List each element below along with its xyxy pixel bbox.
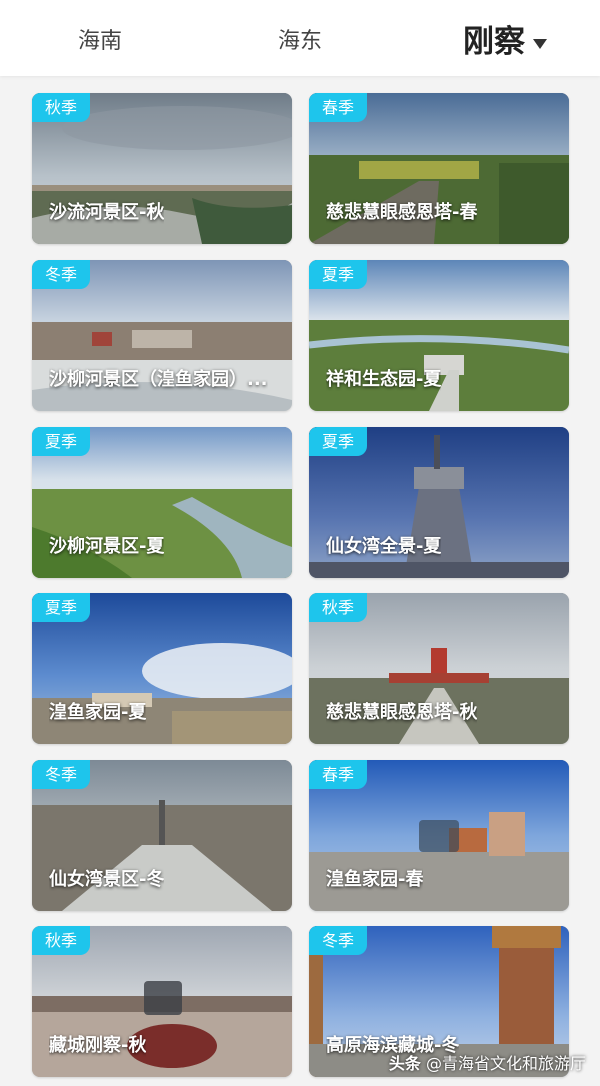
season-badge: 春季 [309,93,367,122]
panorama-card[interactable]: 秋季 藏城刚察-秋 [32,926,292,1077]
card-title: 藏城刚察-秋 [49,1035,147,1056]
watermark-author: @青海省文化和旅游厅 [425,1054,586,1073]
panorama-card[interactable]: 夏季 祥和生态园-夏 [309,260,569,411]
season-badge: 秋季 [32,93,90,122]
tab-haidong[interactable]: 海东 [240,0,360,76]
season-badge: 春季 [309,760,367,789]
card-title: 湟鱼家园-春 [326,869,424,890]
card-title: 仙女湾全景-夏 [326,536,442,557]
season-badge: 冬季 [309,926,367,955]
season-badge: 冬季 [32,260,90,289]
panorama-card[interactable]: 冬季 沙柳河景区（湟鱼家园）... [32,260,292,411]
watermark: 头条 @青海省文化和旅游厅 [389,1050,586,1074]
card-title: 沙柳河景区-夏 [49,536,165,557]
card-title: 慈悲慧眼感恩塔-春 [326,202,478,223]
panorama-card[interactable]: 春季 湟鱼家园-春 [309,760,569,911]
season-badge: 夏季 [309,427,367,456]
panorama-card[interactable]: 冬季 仙女湾景区-冬 [32,760,292,911]
region-tab-bar: 海南 海东 刚察 [0,0,600,76]
panorama-card[interactable]: 夏季 湟鱼家园-夏 [32,593,292,744]
card-title: 祥和生态园-夏 [326,369,442,390]
panorama-card[interactable]: 秋季 慈悲慧眼感恩塔-秋 [309,593,569,744]
card-title: 慈悲慧眼感恩塔-秋 [326,702,478,723]
season-badge: 夏季 [32,427,90,456]
card-title: 沙流河景区-秋 [49,202,165,223]
season-badge: 冬季 [32,760,90,789]
panorama-card[interactable]: 秋季 沙流河景区-秋 [32,93,292,244]
chevron-down-icon[interactable] [533,38,547,49]
card-title: 沙柳河景区（湟鱼家园）... [49,369,268,390]
panorama-card[interactable]: 春季 慈悲慧眼感恩塔-春 [309,93,569,244]
card-title: 仙女湾景区-冬 [49,869,165,890]
card-title: 湟鱼家园-夏 [49,702,147,723]
season-badge: 秋季 [309,593,367,622]
season-badge: 秋季 [32,926,90,955]
tab-gangcha[interactable]: 刚察 [440,0,570,76]
tab-hainan[interactable]: 海南 [40,0,160,76]
season-badge: 夏季 [309,260,367,289]
season-badge: 夏季 [32,593,90,622]
tab-gangcha-label: 刚察 [463,24,525,60]
panorama-card[interactable]: 夏季 沙柳河景区-夏 [32,427,292,578]
panorama-card[interactable]: 夏季 仙女湾全景-夏 [309,427,569,578]
watermark-brand: 头条 [388,1054,421,1073]
